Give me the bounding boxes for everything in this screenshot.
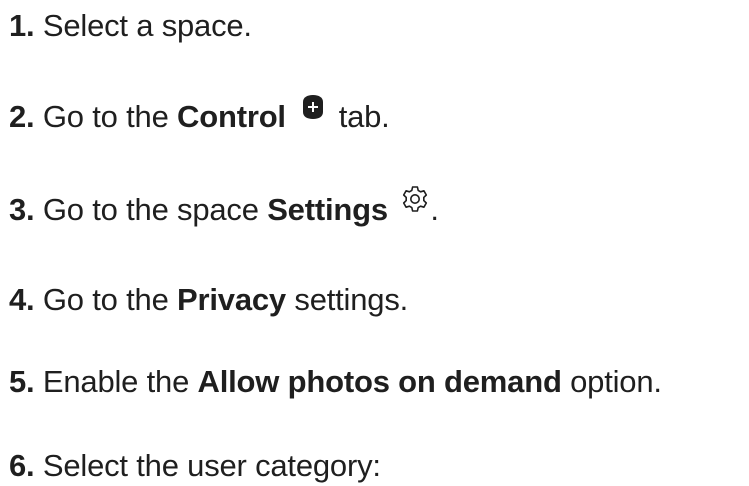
step-1: 1. Select a space. xyxy=(9,6,252,46)
step-text: Go to the xyxy=(42,99,169,134)
step-text-end: tab. xyxy=(338,99,390,134)
settings-label: Settings xyxy=(267,192,388,227)
step-number: 6. xyxy=(9,448,35,483)
step-number: 4. xyxy=(9,282,35,317)
step-text-end: settings. xyxy=(294,282,409,317)
step-text-end: option. xyxy=(570,364,662,399)
step-number: 2. xyxy=(9,99,35,134)
step-number: 5. xyxy=(9,364,35,399)
step-text-end: . xyxy=(430,192,439,227)
allow-photos-option-label: Allow photos on demand xyxy=(197,364,562,399)
privacy-label: Privacy xyxy=(177,282,286,317)
control-tab-label: Control xyxy=(177,99,286,134)
step-text: Go to the space xyxy=(42,192,259,227)
step-3: 3. Go to the space Settings . xyxy=(9,186,439,230)
step-text: Go to the xyxy=(42,282,169,317)
step-6: 6. Select the user category: xyxy=(9,446,381,486)
step-number: 1. xyxy=(9,8,35,43)
step-4: 4. Go to the Privacy settings. xyxy=(9,280,408,320)
step-2: 2. Go to the Control tab. xyxy=(9,94,390,137)
step-number: 3. xyxy=(9,192,35,227)
step-text: Select the user category: xyxy=(42,448,381,483)
step-text: Enable the xyxy=(42,364,190,399)
step-text: Select a space. xyxy=(42,8,252,43)
plus-circle-icon xyxy=(300,94,326,120)
step-5: 5. Enable the Allow photos on demand opt… xyxy=(9,362,662,402)
gear-icon xyxy=(400,184,430,214)
